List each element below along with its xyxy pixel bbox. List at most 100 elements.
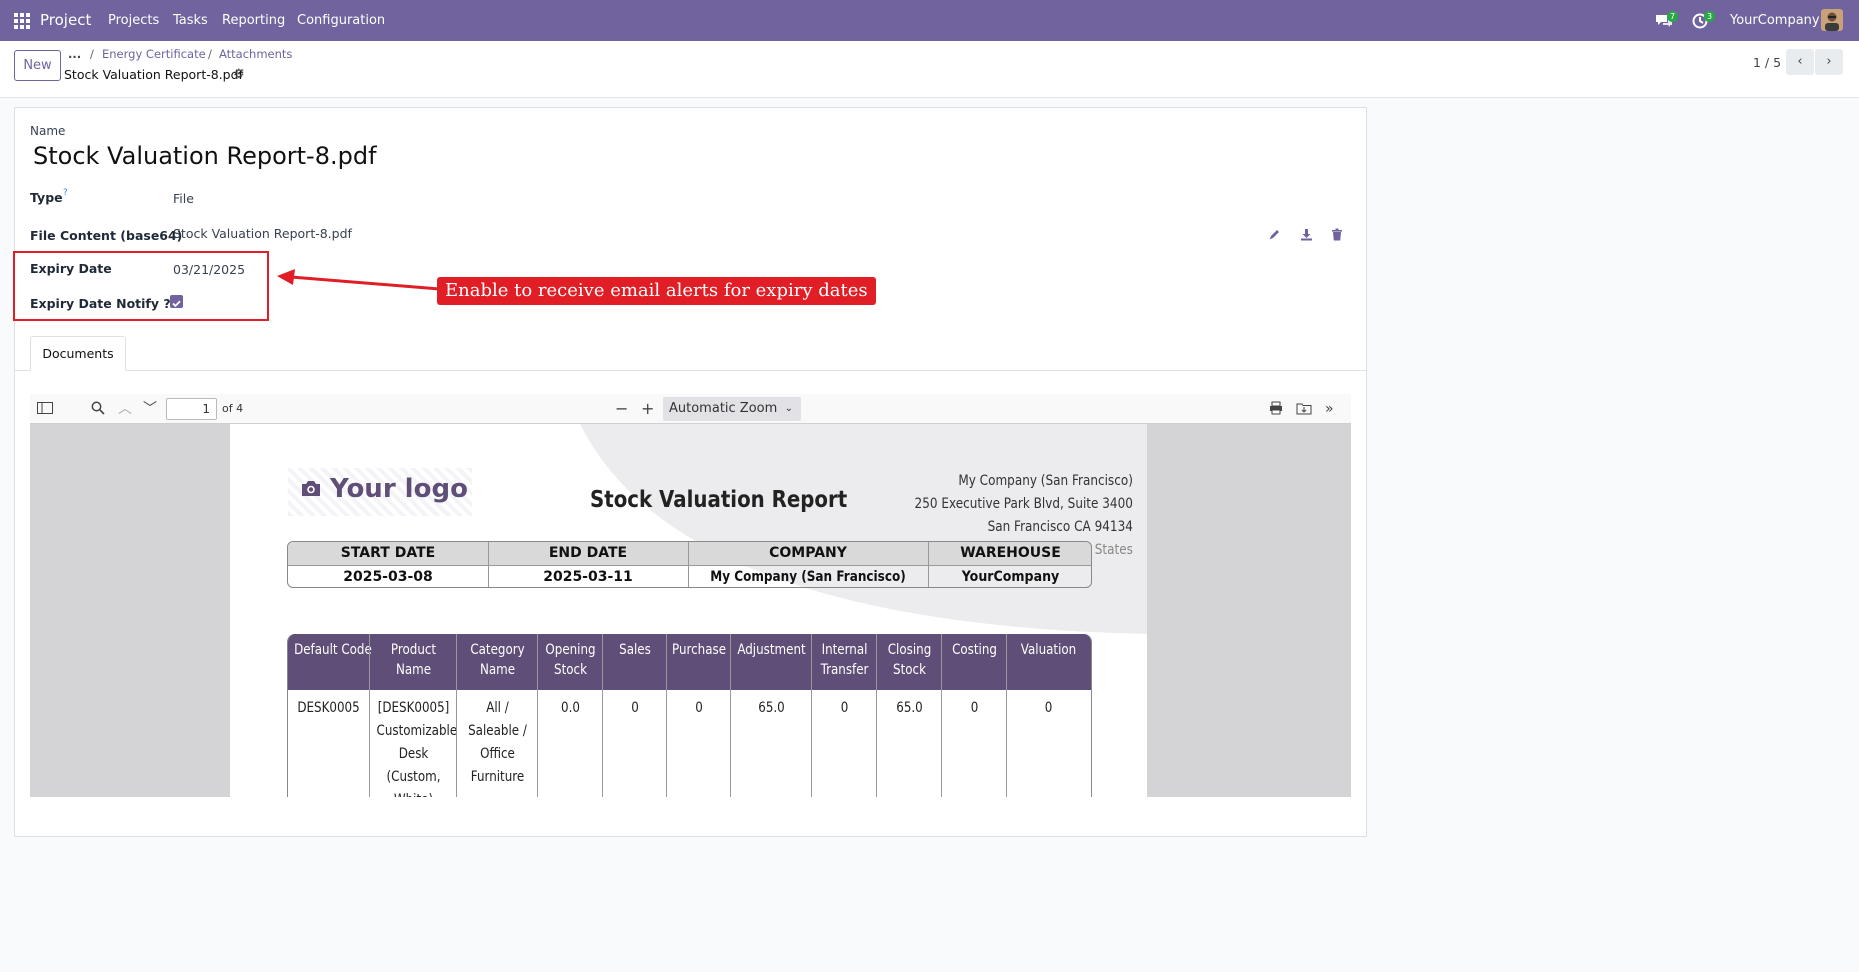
cell-line: 0 xyxy=(970,700,979,716)
breadcrumb-attachments[interactable]: Attachments xyxy=(219,47,292,61)
header-line: Stock xyxy=(554,662,587,678)
cell-line: 0 xyxy=(631,700,639,716)
cell-line: Saleable / xyxy=(468,723,527,739)
user-avatar[interactable] xyxy=(1821,0,1845,41)
info-header: WAREHOUSE xyxy=(960,545,1061,561)
cell-line: Customizable xyxy=(376,723,458,739)
delete-file-icon[interactable] xyxy=(1331,226,1343,245)
name-field[interactable]: Stock Valuation Report-8.pdf xyxy=(33,142,377,170)
app-name[interactable]: Project xyxy=(40,0,91,41)
cell-line: [DESK0005] xyxy=(377,700,450,716)
breadcrumb-more[interactable]: ... xyxy=(68,47,81,61)
notebook-divider xyxy=(15,370,1366,371)
table-cell: 0 xyxy=(603,697,667,720)
previous-page-icon[interactable]: ︿ xyxy=(118,401,132,417)
header-line: Category xyxy=(470,642,525,658)
breadcrumb-separator: / xyxy=(90,47,94,61)
camera-icon xyxy=(300,478,322,502)
control-panel: New ... / Energy Certificate / Attachmen… xyxy=(0,41,1859,98)
cell-line: 65.0 xyxy=(758,700,785,716)
file-content-label: File Content (base64) xyxy=(30,228,183,243)
cell-line: Desk xyxy=(398,746,429,762)
breadcrumb-energy-certificate[interactable]: Energy Certificate xyxy=(102,47,206,61)
column-header: Default Code xyxy=(288,640,372,660)
table-cell: 0 xyxy=(942,697,1007,720)
info-value: 2025-03-08 xyxy=(343,569,433,585)
info-value: 2025-03-11 xyxy=(543,569,633,585)
type-label: Type xyxy=(30,190,63,205)
table-cell: 65.0 xyxy=(731,697,812,720)
print-icon[interactable] xyxy=(1269,401,1283,419)
zoom-select-value: Automatic Zoom xyxy=(669,401,778,416)
pager-value[interactable]: 1 / 5 xyxy=(1753,55,1781,70)
cell-line: Furniture xyxy=(470,769,525,785)
table-cell: 0 xyxy=(667,697,731,720)
download-file-icon[interactable] xyxy=(1300,226,1313,245)
messages-badge: 7 xyxy=(1667,11,1679,22)
record-settings-gear-icon[interactable]: ⚙ xyxy=(233,67,245,82)
column-product-name: Product Name [DESK0005] Customizable Desk (Cu… xyxy=(369,634,458,797)
menu-configuration[interactable]: Configuration xyxy=(297,0,385,41)
info-header: START DATE xyxy=(340,545,436,561)
table-cell: 0 xyxy=(1007,697,1090,720)
tools-menu-icon[interactable]: » xyxy=(1325,401,1334,417)
file-content-field[interactable]: Stock Valuation Report-8.pdf xyxy=(173,226,352,241)
save-download-icon[interactable] xyxy=(1296,401,1312,419)
column-purchase: Purchase 0 xyxy=(666,634,730,797)
valuation-table: Default Code DESK0005 Product Name [DESK0005… xyxy=(287,634,1092,797)
column-costing: Costing 0 xyxy=(941,634,1006,797)
cell-line: 0.0 xyxy=(561,700,580,716)
column-category-name: Category Name All / Saleable / Office Furnitu… xyxy=(456,634,537,797)
sidebar-toggle-icon[interactable] xyxy=(37,401,53,419)
info-value: YourCompany xyxy=(961,569,1060,585)
cell-line: 0 xyxy=(1044,700,1053,716)
column-header: Internal Transfer xyxy=(812,640,877,680)
edit-file-icon[interactable] xyxy=(1268,226,1281,245)
column-closing-stock: Closing Stock 65.0 xyxy=(876,634,941,797)
info-value: My Company (San Francisco) xyxy=(710,569,906,585)
apps-menu-icon[interactable] xyxy=(14,0,32,41)
menu-tasks[interactable]: Tasks xyxy=(173,0,208,41)
type-help-icon[interactable]: ? xyxy=(63,188,68,198)
header-line: Transfer xyxy=(820,662,869,678)
table-cell: [DESK0005] Customizable Desk (Custom, White) xyxy=(370,697,458,797)
menu-reporting[interactable]: Reporting xyxy=(222,0,285,41)
pager-previous-button[interactable]: ‹ xyxy=(1786,49,1814,75)
type-field[interactable]: File xyxy=(173,191,194,206)
pager-next-button[interactable]: › xyxy=(1815,49,1843,75)
column-default-code: Default Code DESK0005 xyxy=(288,634,372,797)
zoom-in-icon[interactable]: + xyxy=(641,401,654,417)
column-sales: Sales 0 xyxy=(602,634,666,797)
table-cell: All / Saleable / Office Furniture xyxy=(457,697,538,789)
new-button[interactable]: New xyxy=(14,50,61,81)
company-switcher[interactable]: YourCompany xyxy=(1730,0,1820,41)
find-icon[interactable] xyxy=(91,401,105,419)
column-adjustment: Adjustment 65.0 xyxy=(730,634,811,797)
table-cell: 0 xyxy=(812,697,877,720)
page-number-input[interactable]: 1 xyxy=(166,398,217,420)
report-title: Stock Valuation Report xyxy=(590,487,848,513)
column-header: Adjustment xyxy=(731,640,812,660)
page-count: of 4 xyxy=(222,402,244,415)
report-logo: Your logo xyxy=(288,468,472,516)
address-line: San Francisco CA 94134 xyxy=(987,519,1133,535)
activities-badge: 3 xyxy=(1704,11,1716,22)
column-header: Costing xyxy=(942,640,1007,660)
report-info-table: START DATE END DATE COMPANY WAREHOUSE 20… xyxy=(287,541,1092,588)
table-cell: 65.0 xyxy=(877,697,942,720)
cell-line: DESK0005 xyxy=(297,700,360,716)
header-line: Product xyxy=(390,642,437,658)
next-page-icon[interactable]: ﹀ xyxy=(143,401,157,417)
zoom-select[interactable]: Automatic Zoom ⌄ xyxy=(663,397,801,421)
menu-projects[interactable]: Projects xyxy=(108,0,159,41)
zoom-out-icon[interactable]: − xyxy=(615,401,628,417)
column-header: Valuation xyxy=(1007,640,1090,660)
header-line: Opening xyxy=(545,642,596,658)
column-header: Purchase xyxy=(667,640,731,660)
name-label: Name xyxy=(30,124,66,138)
breadcrumb-separator: / xyxy=(208,47,212,61)
tab-documents[interactable]: Documents xyxy=(30,336,126,371)
header-line: Internal xyxy=(821,642,868,658)
column-internal-transfer: Internal Transfer 0 xyxy=(811,634,876,797)
annotation-highlight-box xyxy=(13,251,269,321)
